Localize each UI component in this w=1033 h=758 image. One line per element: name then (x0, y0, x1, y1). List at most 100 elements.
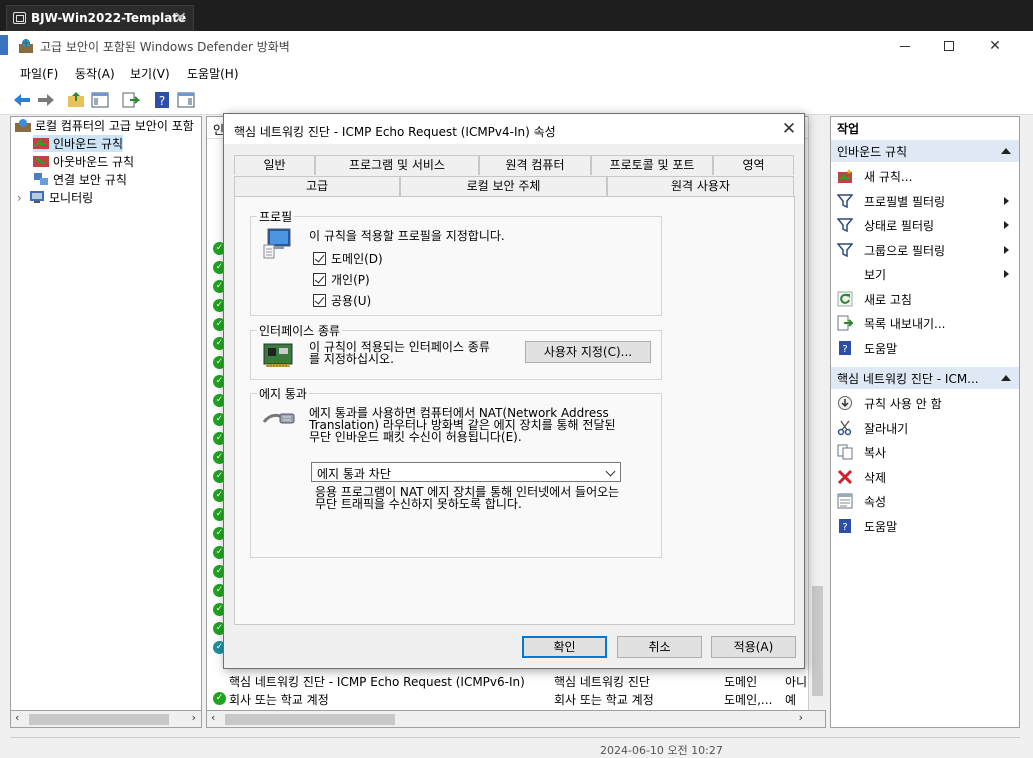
action-item-label: 프로필별 필터링 (864, 194, 946, 209)
rule-properties-dialog: 핵심 네트워킹 진단 - ICMP Echo Request (ICMPv4-I… (223, 113, 805, 669)
left-horizontal-scrollbar[interactable]: ‹ › (10, 710, 202, 728)
actions-section-inbound[interactable]: 인바운드 규칙 (831, 140, 1019, 162)
action-item[interactable]: 삭제 (837, 466, 1015, 488)
tree-item-inbound[interactable]: 인바운드 규칙 (33, 135, 124, 152)
tab-protocols-ports[interactable]: 프로토콜 및 포트 (591, 155, 713, 175)
actions-header: 작업 (837, 122, 860, 136)
action-item[interactable]: 그룹으로 필터링 (836, 239, 1015, 261)
outbound-rules-icon (33, 156, 49, 167)
action-item[interactable]: 보기 (837, 263, 1015, 285)
filter-icon (836, 242, 854, 258)
action-item[interactable]: 프로필별 필터링 (836, 190, 1015, 212)
domain-checkbox[interactable] (313, 252, 326, 265)
collapse-icon[interactable] (1001, 375, 1011, 381)
window-title-bar: 고급 보안이 포함된 Windows Defender 방화벽 ✕ (0, 31, 1033, 61)
profiles-group-label: 프로필 (257, 208, 295, 225)
public-checkbox[interactable] (313, 294, 326, 307)
rule-name-cell[interactable]: 회사 또는 학교 계정 (229, 691, 329, 708)
tab-programs-services[interactable]: 프로그램 및 서비스 (315, 155, 479, 175)
action-item[interactable]: 잘라내기 (837, 417, 1015, 439)
cut-icon (837, 420, 853, 436)
edge-traversal-select-value: 에지 통과 차단 (317, 467, 391, 481)
apply-button[interactable]: 적용(A) (711, 636, 796, 658)
action-item-label: 복사 (864, 446, 887, 460)
action-item[interactable]: 목록 내보내기... (837, 312, 1015, 334)
properties-icon (837, 493, 853, 509)
show-hide-tree-icon[interactable] (90, 90, 110, 110)
help-icon[interactable]: ? (152, 90, 172, 110)
tab-local-principals[interactable]: 로컬 보안 주체 (400, 176, 607, 196)
rule-group-cell: 핵심 네트워킹 진단 (554, 675, 650, 689)
rule-group-cell: 회사 또는 학교 계정 (554, 693, 654, 707)
collapse-icon[interactable] (1001, 148, 1011, 154)
rule-name-cell[interactable]: 핵심 네트워킹 진단 - ICMP Echo Request (ICMPv6-I… (229, 673, 525, 690)
action-item-label: 속성 (864, 495, 887, 509)
tab-general[interactable]: 일반 (234, 155, 315, 175)
disable-icon (837, 395, 853, 411)
back-arrow-icon[interactable] (12, 90, 32, 110)
maximize-button[interactable] (926, 31, 972, 61)
action-item[interactable]: 속성 (837, 490, 1015, 512)
public-checkbox-label: 공용(U) (331, 294, 372, 308)
tree-item-outbound[interactable]: 아웃바운드 규칙 (33, 153, 134, 170)
up-folder-icon[interactable] (66, 90, 86, 110)
tab-scope[interactable]: 영역 (713, 155, 794, 175)
tab-advanced[interactable]: 고급 (234, 176, 400, 196)
minimize-button[interactable] (882, 31, 928, 61)
action-item[interactable]: 복사 (837, 441, 1015, 463)
tree-item-connection-security[interactable]: 연결 보안 규칙 (33, 171, 127, 188)
action-item-label: 도움말 (864, 341, 898, 356)
action-item[interactable]: 새로 고침 (837, 288, 1015, 310)
menu-action[interactable]: 동작(A) (75, 65, 115, 82)
vm-tab-close-icon[interactable]: ✕ (174, 8, 187, 27)
middle-horizontal-scrollbar[interactable]: ‹ › (206, 710, 826, 728)
tree-item-monitoring[interactable]: › 모니터링 (17, 189, 93, 206)
actions-section-rule[interactable]: 핵심 네트워킹 진단 - ICM... (831, 367, 1019, 389)
menu-help[interactable]: 도움말(H) (187, 65, 239, 82)
edge-traversal-select[interactable]: 에지 통과 차단 (311, 462, 621, 482)
chevron-down-icon (605, 466, 616, 477)
tab-remote-users[interactable]: 원격 사용자 (607, 176, 794, 196)
tree-root[interactable]: 로컬 컴퓨터의 고급 보안이 포함 (15, 117, 194, 134)
cancel-button[interactable]: 취소 (617, 636, 702, 658)
show-action-pane-icon[interactable] (176, 90, 196, 110)
copy-icon (837, 444, 853, 460)
forward-arrow-icon[interactable] (36, 90, 56, 110)
ok-button[interactable]: 확인 (522, 636, 607, 658)
action-item[interactable]: ? 도움말 (837, 337, 1015, 359)
toolbar: ? (0, 85, 1033, 115)
vm-tab-bar: BJW-Win2022-Template ✕ (0, 0, 1033, 33)
action-item-label: 규칙 사용 안 함 (864, 397, 942, 411)
vm-icon (13, 12, 26, 24)
actions-pane: 작업 인바운드 규칙 새 규칙... 프로필별 필터링상태로 필터링그룹으로 필터… (830, 116, 1020, 728)
actions-section-title: 핵심 네트워킹 진단 - ICM... (837, 372, 979, 386)
dialog-close-button[interactable]: ✕ (776, 117, 802, 141)
action-item[interactable]: ? 도움말 (837, 515, 1015, 537)
filter-icon (836, 193, 854, 209)
customize-interfaces-button[interactable]: 사용자 지정(C)... (525, 341, 651, 363)
close-button[interactable]: ✕ (972, 31, 1018, 61)
tab-remote-computers[interactable]: 원격 컴퓨터 (479, 155, 591, 175)
filter-icon (836, 217, 854, 233)
action-item[interactable]: 새 규칙... (837, 165, 1015, 187)
menu-view[interactable]: 보기(V) (130, 65, 170, 82)
export-list-icon[interactable] (120, 90, 140, 110)
firewall-app-icon (19, 39, 33, 53)
profiles-description: 이 규칙을 적용할 프로필을 지정합니다. (309, 229, 505, 243)
menu-file[interactable]: 파일(F) (20, 65, 58, 82)
rule-enabled-cell: 예 (785, 693, 797, 707)
action-item-label: 목록 내보내기... (864, 317, 946, 331)
action-item-label: 새 규칙... (864, 170, 913, 184)
private-checkbox[interactable] (313, 273, 326, 286)
inbound-rules-icon (33, 138, 49, 149)
action-item[interactable]: 상태로 필터링 (836, 214, 1015, 236)
expand-chevron-icon[interactable]: › (17, 191, 29, 205)
computer-profile-icon (263, 228, 291, 259)
middle-vertical-scrollbar[interactable] (808, 116, 826, 710)
domain-checkbox-label: 도메인(D) (331, 252, 383, 266)
submenu-arrow-icon (1004, 270, 1009, 278)
vm-tab[interactable]: BJW-Win2022-Template ✕ (6, 5, 194, 31)
window-title: 고급 보안이 포함된 Windows Defender 방화벽 (40, 40, 290, 54)
action-item[interactable]: 규칙 사용 안 함 (837, 392, 1015, 414)
dialog-title-bar: 핵심 네트워킹 진단 - ICMP Echo Request (ICMPv4-I… (224, 114, 804, 144)
